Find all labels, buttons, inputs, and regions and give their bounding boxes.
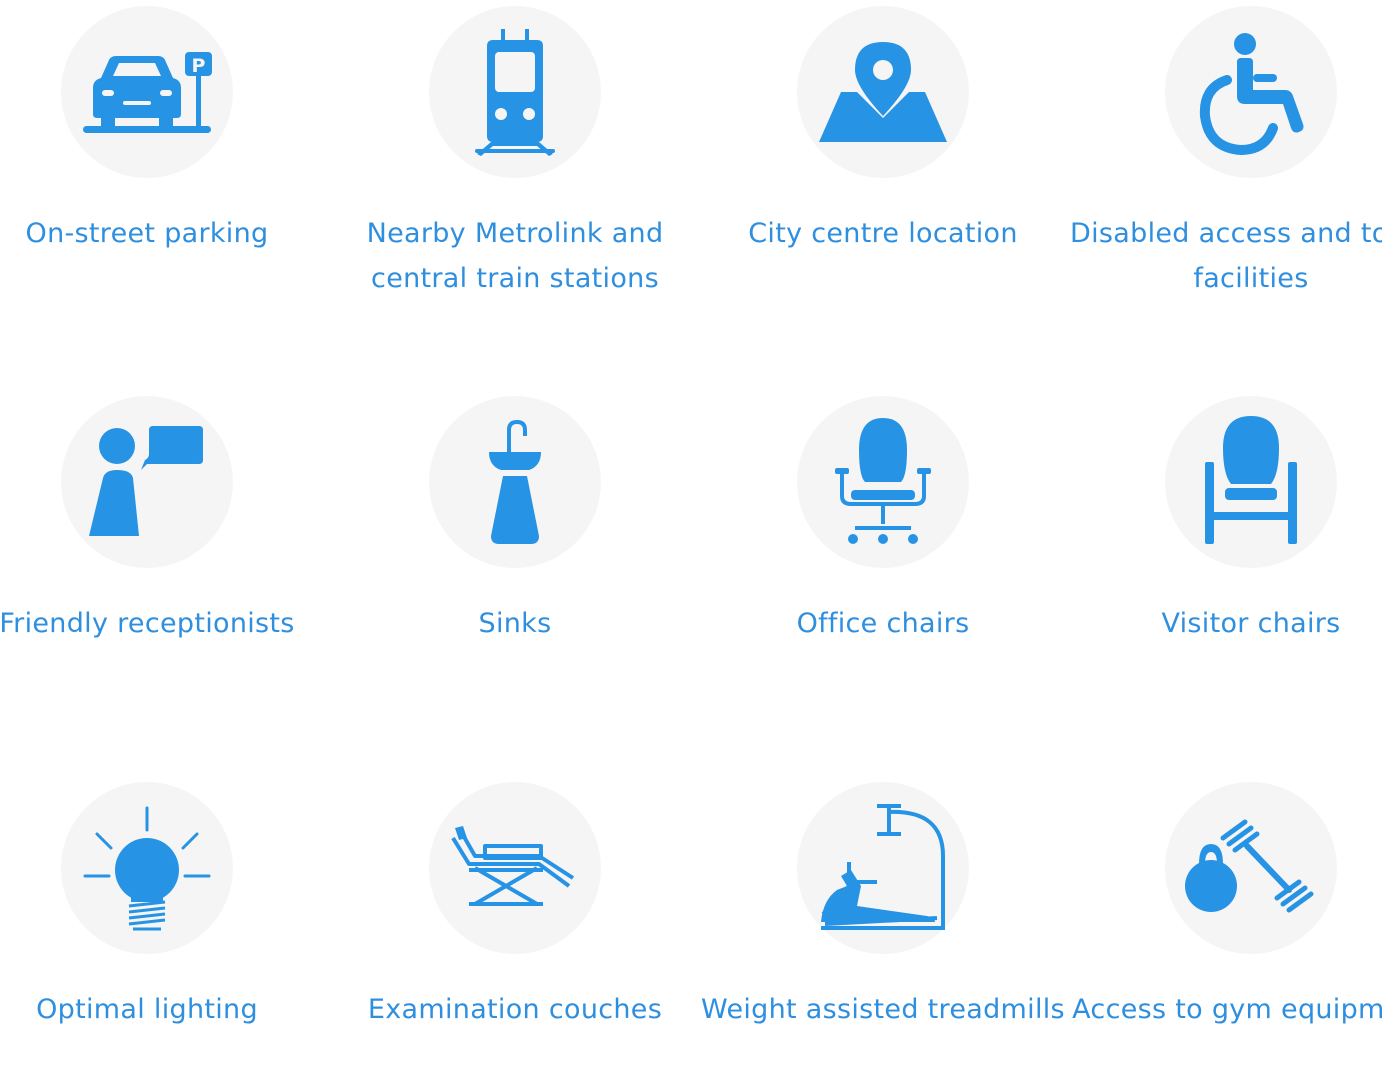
light-bulb-icon <box>83 806 211 931</box>
office-chair-icon <box>835 418 931 544</box>
feature-label: Weight assisted treadmills <box>701 994 1065 1025</box>
svg-text:P: P <box>192 55 206 77</box>
icon-circle <box>429 396 601 568</box>
wheelchair-icon <box>1199 33 1304 156</box>
icon-circle <box>429 782 601 954</box>
feature-label: Sinks <box>478 608 552 639</box>
map-pin-icon <box>819 42 947 142</box>
treadmill-icon <box>821 804 945 930</box>
train-icon <box>475 29 555 156</box>
icon-circle <box>429 6 601 178</box>
icon-circle: P <box>61 6 233 178</box>
feature-label: Optimal lighting <box>36 994 258 1025</box>
sink-icon <box>489 419 541 544</box>
icon-circle <box>797 396 969 568</box>
gym-equipment-icon <box>1185 819 1314 913</box>
feature-label: Examination couches <box>367 994 663 1025</box>
icon-circle <box>61 782 233 954</box>
feature-label: Visitor chairs <box>1161 608 1341 639</box>
feature-label: Office chairs <box>796 608 970 639</box>
icon-circle <box>797 782 969 954</box>
car-parking-icon: P <box>83 52 212 133</box>
icon-circle <box>1165 782 1337 954</box>
icon-circle <box>797 6 969 178</box>
feature-label: Nearby Metrolink and central train stati… <box>366 218 664 294</box>
feature-label: Disabled access and toilet facilities <box>1070 218 1382 294</box>
receptionist-icon <box>89 426 203 536</box>
feature-label: Friendly receptionists <box>0 608 295 639</box>
icon-circle <box>1165 6 1337 178</box>
icon-circle <box>1165 396 1337 568</box>
visitor-chair-icon <box>1205 416 1297 544</box>
feature-label: Access to gym equipment <box>1072 994 1382 1025</box>
icon-circle <box>61 396 233 568</box>
examination-couch-icon <box>451 826 575 906</box>
feature-label: City centre location <box>748 218 1018 249</box>
feature-label: On-street parking <box>25 218 269 249</box>
